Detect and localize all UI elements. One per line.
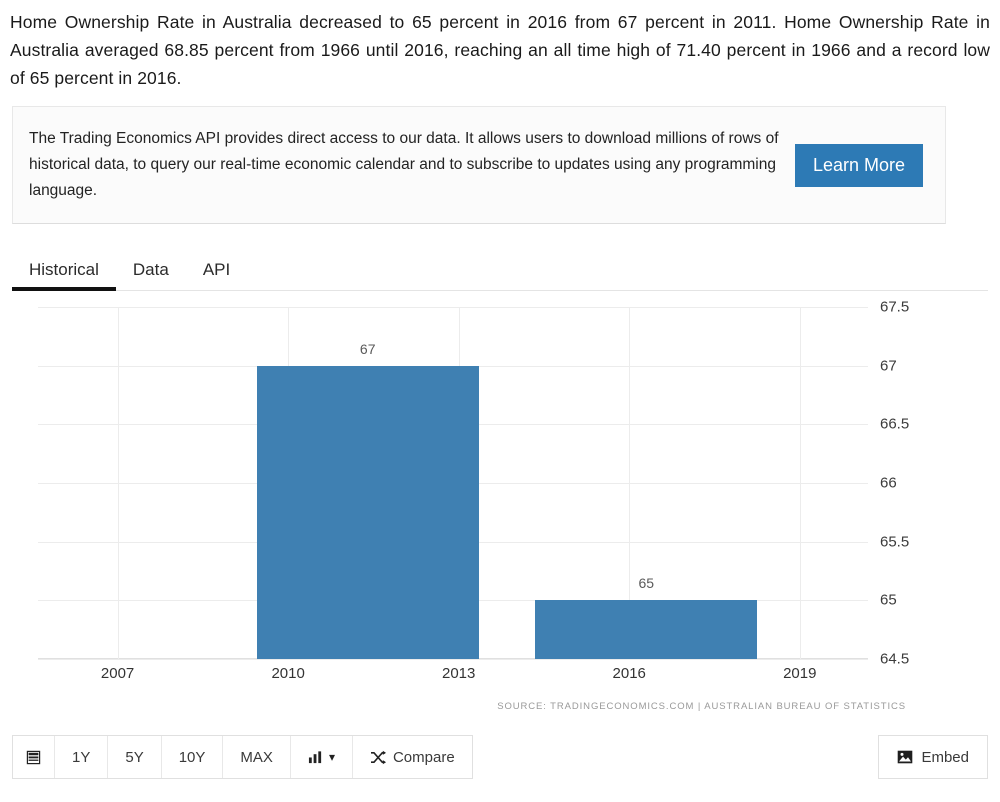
embed-button[interactable]: Embed (878, 735, 988, 779)
chart-plot-area[interactable]: 67 65 (38, 307, 868, 660)
y-axis-tick-label: 66 (880, 474, 897, 492)
shuffle-icon (370, 750, 387, 765)
compare-label: Compare (392, 748, 455, 766)
gridline-horizontal (38, 659, 868, 660)
y-axis-tick-label: 65 (880, 591, 897, 609)
range-button-5y[interactable]: 5Y (108, 736, 162, 778)
compare-button[interactable]: Compare (352, 736, 472, 778)
bar-2011[interactable] (256, 365, 479, 659)
embed-label: Embed (921, 748, 969, 766)
y-axis-tick-label: 66.5 (880, 415, 910, 433)
range-button-max[interactable]: MAX (223, 736, 291, 778)
x-axis-tick-label: 2019 (783, 665, 817, 682)
bar-value-label: 67 (359, 340, 376, 357)
range-button-10y[interactable]: 10Y (161, 736, 224, 778)
gridline-horizontal (38, 307, 868, 308)
x-axis-tick-label: 2016 (612, 665, 646, 682)
y-axis-tick-label: 64.5 (880, 650, 910, 668)
chart-source-attribution: SOURCE: TRADINGECONOMICS.COM | AUSTRALIA… (497, 701, 906, 712)
y-axis-tick-label: 67.5 (880, 298, 910, 316)
summary-paragraph: Home Ownership Rate in Australia decreas… (10, 12, 990, 88)
image-icon (897, 750, 913, 764)
y-axis-tick-label: 65.5 (880, 533, 910, 551)
gridline-vertical (799, 307, 801, 659)
tab-data[interactable]: Data (116, 261, 186, 290)
bar-chart-icon (308, 750, 323, 764)
chart-container: 67 65 67.5 67 66.5 66 65.5 65 64.5 2007 2010 2013… (12, 291, 988, 731)
calendar-button[interactable] (13, 736, 55, 778)
bar-value-label: 65 (638, 575, 655, 592)
chart-tabs: Historical Data API (12, 244, 988, 291)
chevron-down-icon: ▾ (328, 750, 335, 764)
chart-type-dropdown[interactable]: ▾ (290, 736, 353, 778)
gridline-vertical (117, 307, 119, 659)
api-promo-banner: The Trading Economics API provides direc… (12, 106, 946, 224)
x-axis-tick-label: 2013 (441, 665, 476, 682)
bar-2016[interactable] (535, 600, 758, 659)
tab-api[interactable]: API (186, 261, 247, 290)
chart-toolbar: 1Y 5Y 10Y MAX ▾ Compare Embed (12, 734, 988, 780)
x-axis-tick-label: 2010 (271, 665, 305, 682)
tab-historical[interactable]: Historical (12, 261, 116, 291)
x-axis-tick-label: 2007 (100, 665, 135, 682)
y-axis-tick-label: 67 (880, 357, 897, 375)
calendar-icon (26, 750, 41, 765)
api-promo-text: The Trading Economics API provides direc… (29, 130, 779, 199)
chart-controls-group: 1Y 5Y 10Y MAX ▾ Compare (12, 735, 473, 779)
learn-more-button[interactable]: Learn More (794, 143, 923, 187)
range-button-1y[interactable]: 1Y (55, 736, 109, 778)
